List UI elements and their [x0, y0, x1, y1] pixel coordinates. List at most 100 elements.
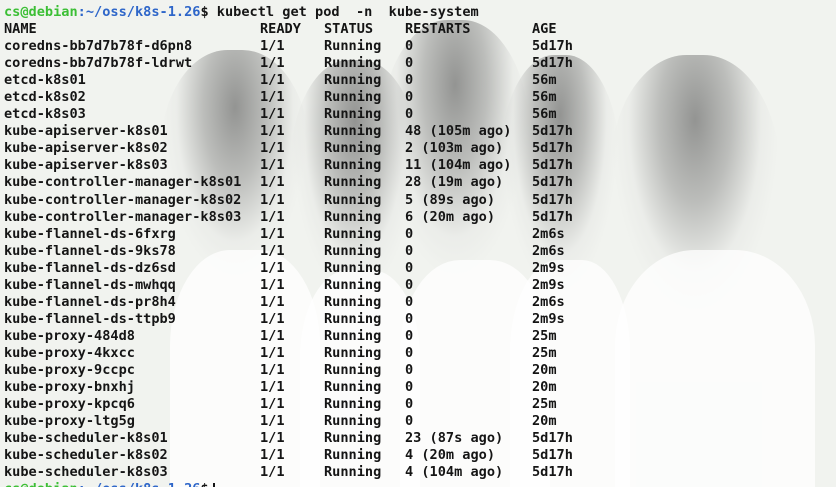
terminal-window[interactable]: cs@debian:~/oss/k8s-1.26$ kubectl get po… — [0, 0, 836, 487]
pod-name: kube-flannel-ds-dz6sd — [4, 259, 176, 276]
pod-ready: 1/1 — [260, 344, 285, 361]
pod-age: 56m — [532, 72, 557, 89]
table-row: kube-proxy-ltg5g 1/1 Running 0 20m — [4, 413, 836, 430]
pod-name: kube-proxy-kpcq6 — [4, 396, 135, 413]
table-row: etcd-k8s01 1/1 Running 0 56m — [4, 72, 836, 89]
pod-age: 5d17h — [532, 464, 573, 481]
table-header: NAME READY STATUS RESTARTS AGE — [4, 21, 836, 38]
pod-name: kube-scheduler-k8s02 — [4, 447, 168, 464]
pod-name: kube-proxy-ltg5g — [4, 413, 135, 430]
pod-name: kube-controller-manager-k8s03 — [4, 208, 242, 225]
table-row: kube-flannel-ds-ttpb9 1/1 Running 0 2m9s — [4, 311, 836, 328]
pod-status: Running — [324, 72, 382, 89]
pod-ready: 1/1 — [260, 447, 285, 464]
table-row: kube-proxy-9ccpc 1/1 Running 0 20m — [4, 362, 836, 379]
pod-ready: 1/1 — [260, 157, 285, 174]
table-row: kube-scheduler-k8s03 1/1 Running 4 (104m ag… — [4, 464, 836, 481]
pod-age: 5d17h — [532, 140, 573, 157]
table-row: kube-controller-manager-k8s01 1/1 Running 2… — [4, 174, 836, 191]
prompt-user-host: cs@debian — [4, 4, 78, 20]
pod-ready: 1/1 — [260, 191, 285, 208]
pod-name: kube-proxy-9ccpc — [4, 361, 135, 378]
pod-restarts: 0 — [405, 242, 414, 259]
pod-restarts: 0 — [405, 276, 414, 293]
pod-status: Running — [324, 38, 382, 55]
pod-restarts: 23 (87s ago) — [405, 430, 504, 447]
command-line: cs@debian:~/oss/k8s-1.26$ kubectl get po… — [4, 4, 836, 21]
pod-name: kube-flannel-ds-9ks78 — [4, 242, 176, 259]
pod-name: etcd-k8s03 — [4, 106, 86, 123]
table-row: kube-flannel-ds-6fxrg 1/1 Running 0 2m6s — [4, 226, 836, 243]
pod-restarts: 0 — [405, 106, 414, 123]
table-row: coredns-bb7d7b78f-d6pn8 1/1 Running 0 5d17h — [4, 38, 836, 55]
pod-restarts: 0 — [405, 310, 414, 327]
table-row: kube-flannel-ds-dz6sd 1/1 Running 0 2m9s — [4, 260, 836, 277]
pod-status: Running — [324, 344, 382, 361]
pod-age: 5d17h — [532, 208, 573, 225]
pod-name: coredns-bb7d7b78f-d6pn8 — [4, 38, 193, 55]
pod-restarts: 11 (104m ago) — [405, 157, 512, 174]
pod-name: kube-scheduler-k8s03 — [4, 464, 168, 481]
pod-status: Running — [324, 191, 382, 208]
pod-status: Running — [324, 430, 382, 447]
header-name: NAME — [4, 21, 37, 38]
pod-status: Running — [324, 293, 382, 310]
pod-age: 2m9s — [532, 276, 565, 293]
pod-status: Running — [324, 379, 382, 396]
pod-status: Running — [324, 259, 382, 276]
pod-status: Running — [324, 89, 382, 106]
pod-restarts: 0 — [405, 225, 414, 242]
pod-age: 2m6s — [532, 293, 565, 310]
table-row: etcd-k8s02 1/1 Running 0 56m — [4, 89, 836, 106]
pod-age: 5d17h — [532, 191, 573, 208]
pod-restarts: 2 (103m ago) — [405, 140, 504, 157]
pod-ready: 1/1 — [260, 208, 285, 225]
table-row: kube-scheduler-k8s01 1/1 Running 23 (87s ag… — [4, 430, 836, 447]
pod-ready: 1/1 — [260, 293, 285, 310]
pod-ready: 1/1 — [260, 276, 285, 293]
pod-status: Running — [324, 242, 382, 259]
prompt-user-host: cs@debian — [4, 481, 78, 487]
pod-name: kube-flannel-ds-6fxrg — [4, 225, 176, 242]
pod-restarts: 0 — [405, 379, 414, 396]
pod-restarts: 0 — [405, 344, 414, 361]
pod-ready: 1/1 — [260, 464, 285, 481]
pod-restarts: 6 (20m ago) — [405, 208, 496, 225]
pod-name: etcd-k8s02 — [4, 89, 86, 106]
terminal-output: cs@debian:~/oss/k8s-1.26$ kubectl get po… — [4, 4, 836, 487]
pod-restarts: 0 — [405, 72, 414, 89]
table-row: kube-controller-manager-k8s03 1/1 Running 6… — [4, 209, 836, 226]
table-row: kube-apiserver-k8s03 1/1 Running 11 (104m a… — [4, 157, 836, 174]
pod-age: 2m9s — [532, 310, 565, 327]
header-restarts: RESTARTS — [405, 21, 471, 38]
pod-restarts: 4 (104m ago) — [405, 464, 504, 481]
pod-status: Running — [324, 140, 382, 157]
pod-restarts: 0 — [405, 55, 414, 72]
pod-age: 20m — [532, 379, 557, 396]
command-text: kubectl get pod -n kube-system — [208, 4, 479, 20]
pod-name: kube-apiserver-k8s03 — [4, 157, 168, 174]
pod-name: kube-flannel-ds-pr8h4 — [4, 293, 176, 310]
pod-age: 5d17h — [532, 157, 573, 174]
pod-name: kube-proxy-bnxhj — [4, 379, 135, 396]
pod-status: Running — [324, 208, 382, 225]
header-age: AGE — [532, 21, 557, 38]
pod-ready: 1/1 — [260, 72, 285, 89]
pod-table: coredns-bb7d7b78f-d6pn8 1/1 Running 0 5d17h c… — [4, 38, 836, 481]
pod-ready: 1/1 — [260, 106, 285, 123]
header-status: STATUS — [324, 21, 374, 38]
pod-status: Running — [324, 276, 382, 293]
pod-age: 56m — [532, 89, 557, 106]
table-row: kube-apiserver-k8s02 1/1 Running 2 (103m ag… — [4, 140, 836, 157]
prompt-symbol: $ — [200, 481, 208, 487]
next-prompt-line[interactable]: cs@debian:~/oss/k8s-1.26$ — [4, 481, 836, 487]
table-row: kube-apiserver-k8s01 1/1 Running 48 (105m a… — [4, 123, 836, 140]
pod-name: kube-apiserver-k8s02 — [4, 140, 168, 157]
pod-status: Running — [324, 361, 382, 378]
table-row: kube-flannel-ds-mwhqq 1/1 Running 0 2m9s — [4, 277, 836, 294]
pod-name: kube-scheduler-k8s01 — [4, 430, 168, 447]
pod-ready: 1/1 — [260, 379, 285, 396]
pod-name: kube-controller-manager-k8s01 — [4, 174, 242, 191]
table-row: kube-proxy-kpcq6 1/1 Running 0 25m — [4, 396, 836, 413]
pod-restarts: 0 — [405, 361, 414, 378]
